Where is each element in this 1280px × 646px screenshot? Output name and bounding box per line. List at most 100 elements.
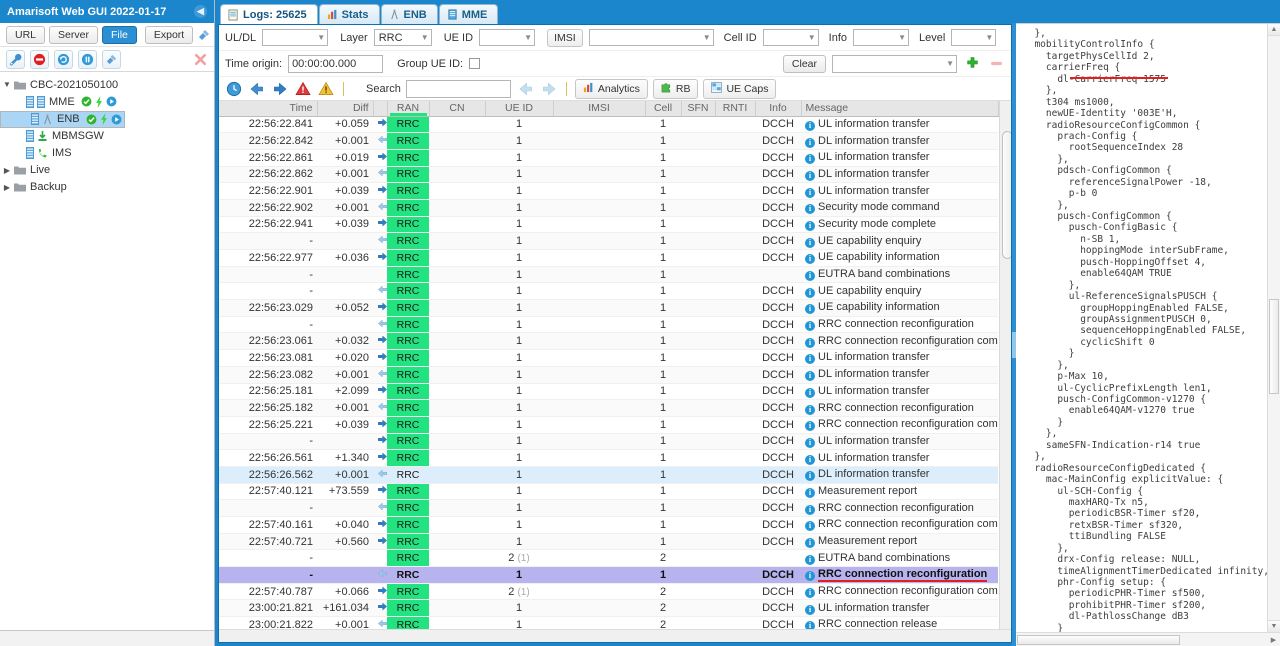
info-icon[interactable]: i — [805, 571, 815, 581]
cell-message[interactable]: iUL information transfer — [801, 116, 998, 133]
server-button[interactable]: Server — [49, 26, 98, 44]
layer-select[interactable]: RRC▼ — [374, 29, 432, 46]
info-icon[interactable]: i — [805, 521, 815, 531]
col-imsi[interactable]: IMSI — [553, 101, 645, 116]
cell-message[interactable]: iRRC connection reconfiguration — [801, 567, 998, 584]
cell-message[interactable]: iRRC connection reconfiguration — [801, 400, 998, 417]
cell-message[interactable]: iUE capability enquiry — [801, 233, 998, 250]
play-icon[interactable] — [111, 114, 122, 125]
info-icon[interactable]: i — [805, 371, 815, 381]
info-icon[interactable]: i — [805, 621, 815, 629]
cell-message[interactable]: iUL information transfer — [801, 600, 998, 617]
analytics-button[interactable]: Analytics — [575, 79, 648, 99]
table-row[interactable]: 23:00:21.822+0.001RRC12DCCHiRRC connecti… — [219, 617, 998, 629]
chevron-left-icon[interactable]: ◀ — [194, 5, 207, 18]
info-icon[interactable]: i — [805, 354, 815, 364]
triangle-right-icon[interactable]: ▶ — [1267, 636, 1280, 644]
table-row[interactable]: -RRC11DCCHiUL information transfer — [219, 433, 998, 450]
table-row[interactable]: -RRC2 (1)2iEUTRA band combinations — [219, 550, 998, 567]
clock-icon[interactable] — [225, 80, 243, 98]
info-icon[interactable]: i — [805, 588, 815, 598]
table-row[interactable]: 22:56:22.902+0.001RRC11DCCHiSecurity mod… — [219, 199, 998, 216]
col-sfn[interactable]: SFN — [681, 101, 715, 116]
table-row[interactable]: -RRC11DCCHiUE capability enquiry — [219, 283, 998, 300]
cell-message[interactable]: iRRC connection reconfiguration complete — [801, 333, 998, 350]
play-icon[interactable] — [106, 96, 117, 107]
cell-message[interactable]: iRRC connection reconfiguration — [801, 316, 998, 333]
imsi-select[interactable]: ▼ — [589, 29, 714, 46]
tab-mme[interactable]: MME — [439, 4, 499, 24]
info-icon[interactable]: i — [805, 204, 815, 214]
tree-item-enb[interactable]: ENB — [0, 111, 125, 128]
splitter-handle[interactable] — [1012, 332, 1016, 358]
info-icon[interactable]: i — [805, 188, 815, 198]
table-row[interactable]: -RRC11DCCHiUE capability enquiry — [219, 233, 998, 250]
table-row[interactable]: 22:56:22.977+0.036RRC11DCCHiUE capabilit… — [219, 250, 998, 267]
search-input[interactable] — [406, 80, 511, 98]
cell-message[interactable]: iRRC connection release — [801, 617, 998, 629]
cell-message[interactable]: iRRC connection reconfiguration complete — [801, 517, 998, 534]
cell-message[interactable]: iRRC connection reconfiguration — [801, 500, 998, 517]
info-icon[interactable]: i — [805, 288, 815, 298]
arrow-left-icon[interactable] — [248, 80, 266, 98]
level-select[interactable]: ▼ — [951, 29, 996, 46]
info-icon[interactable]: i — [805, 405, 815, 415]
info-icon[interactable]: i — [805, 121, 815, 131]
tab-logs-25625[interactable]: Logs: 25625 — [220, 4, 318, 24]
plug-icon[interactable] — [197, 27, 211, 42]
col-time[interactable]: Time — [219, 101, 317, 116]
info-select[interactable]: ▼ — [853, 29, 909, 46]
table-row[interactable]: 22:56:22.841+0.059RRC11DCCHiUL informati… — [219, 116, 998, 133]
info-icon[interactable]: i — [805, 455, 815, 465]
minus-icon[interactable] — [987, 55, 1005, 73]
table-row[interactable]: 22:56:25.181+2.099RRC11DCCHiUL informati… — [219, 383, 998, 400]
table-row[interactable]: 22:57:40.787+0.066RRC2 (1)2DCCHiRRC conn… — [219, 583, 998, 600]
logs-scroll-thumb[interactable] — [1002, 131, 1012, 259]
clear-button[interactable]: Clear — [783, 55, 826, 73]
table-row[interactable]: 22:56:22.901+0.039RRC11DCCHiUL informati… — [219, 183, 998, 200]
table-row[interactable]: -RRC11DCCHiRRC connection reconfiguratio… — [219, 567, 998, 584]
info-icon[interactable]: i — [805, 271, 815, 281]
triangle-right-icon[interactable]: ▶ — [0, 183, 14, 192]
time-origin-input[interactable]: 00:00:00.000 — [288, 55, 383, 73]
info-icon[interactable]: i — [805, 505, 815, 515]
rb-button[interactable]: RB — [653, 79, 699, 99]
ueid-select[interactable]: ▼ — [479, 29, 535, 46]
tab-stats[interactable]: Stats — [319, 4, 380, 24]
info-icon[interactable]: i — [805, 171, 815, 181]
cell-message[interactable]: iRRC connection reconfiguration complete — [801, 416, 998, 433]
cell-message[interactable]: iDL information transfer — [801, 166, 998, 183]
info-icon[interactable]: i — [805, 421, 815, 431]
tree-item-backup[interactable]: ▶Backup — [0, 179, 214, 196]
col-ue-id[interactable]: UE ID — [485, 101, 553, 116]
imsi-button[interactable]: IMSI — [547, 29, 583, 47]
cell-message[interactable]: iSecurity mode complete — [801, 216, 998, 233]
col-diff[interactable]: Diff — [317, 101, 373, 116]
wrench-icon[interactable] — [6, 50, 25, 69]
bolt-icon[interactable] — [95, 96, 103, 108]
triangle-down-icon[interactable]: ▼ — [0, 80, 14, 89]
table-row[interactable]: 22:57:40.161+0.040RRC11DCCHiRRC connecti… — [219, 517, 998, 534]
cell-message[interactable]: iEUTRA band combinations — [801, 550, 998, 567]
cell-message[interactable]: iDL information transfer — [801, 466, 998, 483]
table-row[interactable]: 22:57:40.121+73.559RRC11DCCHiMeasurement… — [219, 483, 998, 500]
info-icon[interactable]: i — [805, 254, 815, 264]
error-icon[interactable] — [294, 80, 312, 98]
table-row[interactable]: 22:56:22.941+0.039RRC11DCCHiSecurity mod… — [219, 216, 998, 233]
col-cell[interactable]: Cell — [645, 101, 681, 116]
table-row[interactable]: 22:56:23.081+0.020RRC11DCCHiUL informati… — [219, 350, 998, 367]
table-row[interactable]: 22:56:23.029+0.052RRC11DCCHiUE capabilit… — [219, 300, 998, 317]
info-icon[interactable]: i — [805, 471, 815, 481]
cell-message[interactable]: iUE capability enquiry — [801, 283, 998, 300]
col-message[interactable]: Message — [801, 101, 998, 116]
export-button[interactable]: Export — [145, 26, 193, 44]
warning-icon[interactable] — [317, 80, 335, 98]
table-row[interactable]: 22:57:40.721+0.560RRC11DCCHiMeasurement … — [219, 533, 998, 550]
cell-message[interactable]: iEUTRA band combinations — [801, 266, 998, 283]
info-icon[interactable]: i — [805, 221, 815, 231]
info-icon[interactable]: i — [805, 555, 815, 565]
tree-item-mme[interactable]: MME — [0, 93, 214, 110]
info-icon[interactable]: i — [805, 538, 815, 548]
asn-hscroll-thumb[interactable] — [1017, 635, 1180, 645]
logs-vertical-scrollbar[interactable] — [999, 101, 1012, 629]
